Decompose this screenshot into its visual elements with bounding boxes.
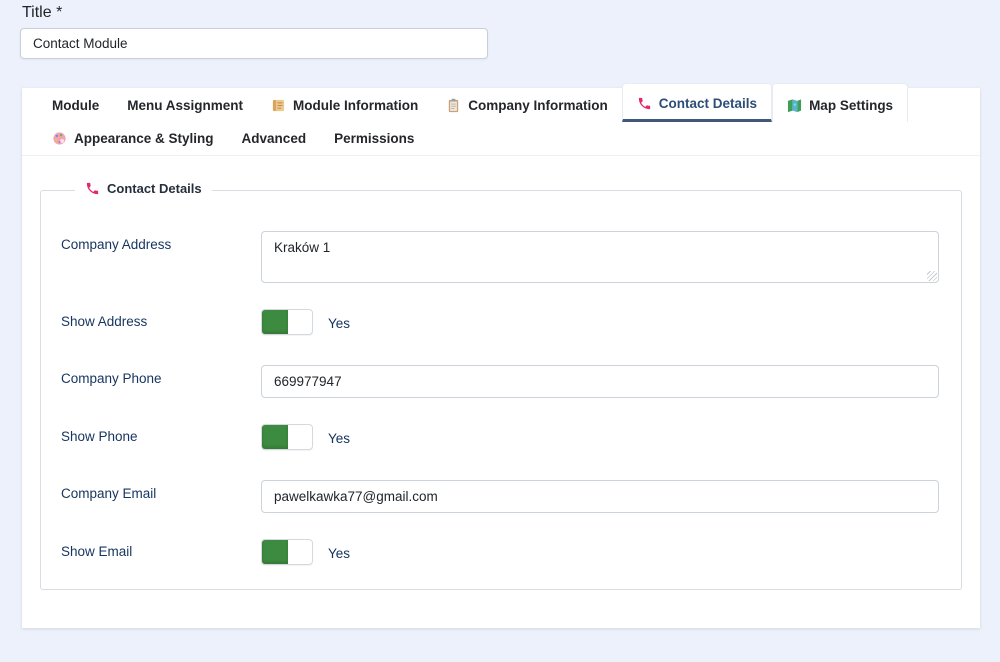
company-address-row: Company Address Kraków 1	[61, 231, 939, 283]
show-email-label: Show Email	[61, 538, 261, 559]
show-email-row: Show Email Yes	[61, 538, 939, 565]
show-address-row: Show Address Yes	[61, 308, 939, 335]
company-address-textarea[interactable]: Kraków 1	[261, 231, 939, 283]
show-phone-label: Show Phone	[61, 423, 261, 444]
show-address-label: Show Address	[61, 308, 261, 329]
show-address-toggle[interactable]	[261, 309, 313, 335]
tab-bar-row-1: Module Menu Assignment Module Informatio…	[22, 88, 980, 122]
show-phone-state: Yes	[328, 429, 350, 446]
company-email-label: Company Email	[61, 480, 261, 501]
title-input[interactable]	[20, 28, 488, 59]
tab-map-settings-label: Map Settings	[809, 98, 893, 113]
company-phone-input[interactable]	[261, 365, 939, 398]
contact-details-panel: Contact Details Company Address Kraków 1…	[40, 190, 962, 590]
show-email-state: Yes	[328, 544, 350, 561]
module-edit-card: Module Menu Assignment Module Informatio…	[22, 88, 980, 628]
tab-module-information-label: Module Information	[293, 98, 418, 113]
phone-icon	[637, 96, 652, 111]
company-email-input[interactable]	[261, 480, 939, 513]
company-email-row: Company Email	[61, 480, 939, 513]
tab-module[interactable]: Module	[38, 88, 113, 122]
contact-details-legend: Contact Details	[75, 181, 212, 196]
tab-menu-assignment-label: Menu Assignment	[127, 98, 243, 113]
clipboard-icon	[446, 98, 461, 113]
tab-company-information[interactable]: Company Information	[432, 88, 622, 122]
tab-appearance-styling-label: Appearance & Styling	[74, 131, 214, 146]
tab-appearance-styling[interactable]: Appearance & Styling	[38, 122, 228, 155]
tab-company-information-label: Company Information	[468, 98, 608, 113]
company-phone-row: Company Phone	[61, 365, 939, 398]
tab-bar-row-2: Appearance & Styling Advanced Permission…	[22, 122, 980, 156]
scroll-icon	[271, 98, 286, 113]
map-icon	[787, 98, 802, 113]
show-address-state: Yes	[328, 314, 350, 331]
company-phone-label: Company Phone	[61, 365, 261, 386]
company-address-label: Company Address	[61, 231, 261, 252]
tab-advanced[interactable]: Advanced	[228, 122, 321, 155]
tab-permissions-label: Permissions	[334, 131, 414, 146]
show-phone-row: Show Phone Yes	[61, 423, 939, 450]
contact-details-legend-label: Contact Details	[107, 181, 202, 196]
tab-menu-assignment[interactable]: Menu Assignment	[113, 88, 257, 122]
title-field-label: Title *	[22, 4, 62, 22]
tab-module-information[interactable]: Module Information	[257, 88, 432, 122]
show-phone-toggle[interactable]	[261, 424, 313, 450]
tab-contact-details-label: Contact Details	[659, 96, 757, 111]
phone-icon	[85, 181, 100, 196]
tab-map-settings[interactable]: Map Settings	[772, 83, 908, 122]
tab-permissions[interactable]: Permissions	[320, 122, 428, 155]
tab-module-label: Module	[52, 98, 99, 113]
tab-contact-details[interactable]: Contact Details	[622, 83, 772, 122]
tab-advanced-label: Advanced	[242, 131, 307, 146]
contact-details-form: Company Address Kraków 1 Show Address Ye…	[41, 191, 961, 565]
show-email-toggle[interactable]	[261, 539, 313, 565]
palette-icon	[52, 131, 67, 146]
